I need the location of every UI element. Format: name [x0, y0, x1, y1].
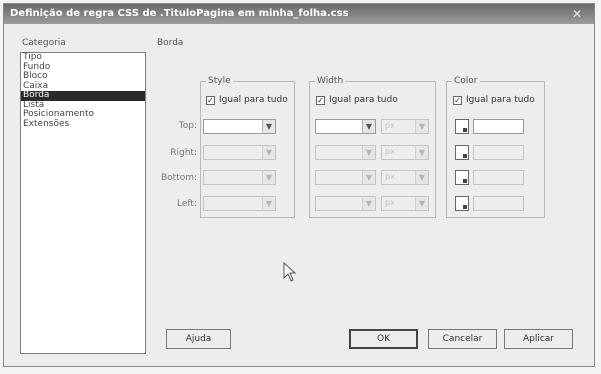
color-top-field[interactable]: [473, 119, 524, 134]
chevron-down-icon: ▼: [415, 146, 428, 159]
style-right-select: ▼: [203, 145, 276, 160]
unit-text: px: [385, 121, 395, 130]
color-left-field: [473, 196, 524, 211]
style-same-checkbox[interactable]: ✓: [206, 96, 215, 105]
width-same-checkbox[interactable]: ✓: [316, 96, 325, 105]
title-bar: Definição de regra CSS de .TituloPagina …: [4, 4, 594, 24]
category-list[interactable]: Tipo Fundo Bloco Caixa Borda Lista Posic…: [20, 52, 146, 354]
width-right-select: ▼: [315, 145, 376, 160]
style-group-title: Style: [206, 76, 233, 86]
width-bottom-select: ▼: [315, 170, 376, 185]
width-right-unit: px ▼: [381, 145, 429, 160]
color-top-picker[interactable]: [455, 119, 469, 134]
color-bottom-picker: [455, 170, 469, 185]
color-right-field: [473, 145, 524, 160]
width-left-unit: px ▼: [381, 196, 429, 211]
row-label-top: Top:: [178, 121, 197, 131]
unit-text: px: [385, 147, 395, 156]
chevron-down-icon: ▼: [415, 197, 428, 210]
chevron-down-icon: ▼: [362, 171, 375, 184]
row-label-right: Right:: [170, 148, 197, 158]
width-group-title: Width: [315, 76, 346, 86]
unit-text: px: [385, 172, 395, 181]
close-icon[interactable]: ✕: [570, 7, 584, 21]
width-bottom-unit: px ▼: [381, 170, 429, 185]
chevron-down-icon: ▼: [262, 120, 275, 133]
chevron-down-icon: ▼: [362, 120, 375, 133]
section-title: Borda: [157, 38, 184, 48]
style-bottom-select: ▼: [203, 170, 276, 185]
color-left-picker: [455, 196, 469, 211]
mouse-pointer-icon: [283, 262, 297, 282]
chevron-down-icon: ▼: [362, 197, 375, 210]
width-top-select[interactable]: ▼: [315, 119, 376, 134]
category-label: Categoria: [22, 38, 66, 48]
category-item-extensoes[interactable]: Extensões: [21, 119, 145, 130]
style-top-select[interactable]: ▼: [203, 119, 276, 134]
color-same-checkbox[interactable]: ✓: [453, 96, 462, 105]
chevron-down-icon: ▼: [415, 120, 428, 133]
chevron-down-icon: ▼: [362, 146, 375, 159]
color-same-label: Igual para tudo: [466, 95, 535, 105]
style-left-select: ▼: [203, 196, 276, 211]
color-bottom-field: [473, 170, 524, 185]
chevron-down-icon: ▼: [262, 197, 275, 210]
help-button[interactable]: Ajuda: [166, 329, 231, 349]
chevron-down-icon: ▼: [262, 146, 275, 159]
chevron-down-icon: ▼: [262, 171, 275, 184]
apply-button[interactable]: Aplicar: [504, 329, 573, 349]
style-same-label: Igual para tudo: [219, 95, 288, 105]
cancel-button[interactable]: Cancelar: [428, 329, 497, 349]
width-left-select: ▼: [315, 196, 376, 211]
chevron-down-icon: ▼: [415, 171, 428, 184]
width-same-label: Igual para tudo: [329, 95, 398, 105]
color-group-title: Color: [452, 76, 480, 86]
color-right-picker: [455, 145, 469, 160]
ok-button[interactable]: OK: [349, 329, 418, 349]
row-label-bottom: Bottom:: [160, 173, 197, 183]
unit-text: px: [385, 198, 395, 207]
dialog-title: Definição de regra CSS de .TituloPagina …: [10, 8, 349, 19]
row-label-left: Left:: [177, 199, 197, 209]
width-top-unit: px ▼: [381, 119, 429, 134]
